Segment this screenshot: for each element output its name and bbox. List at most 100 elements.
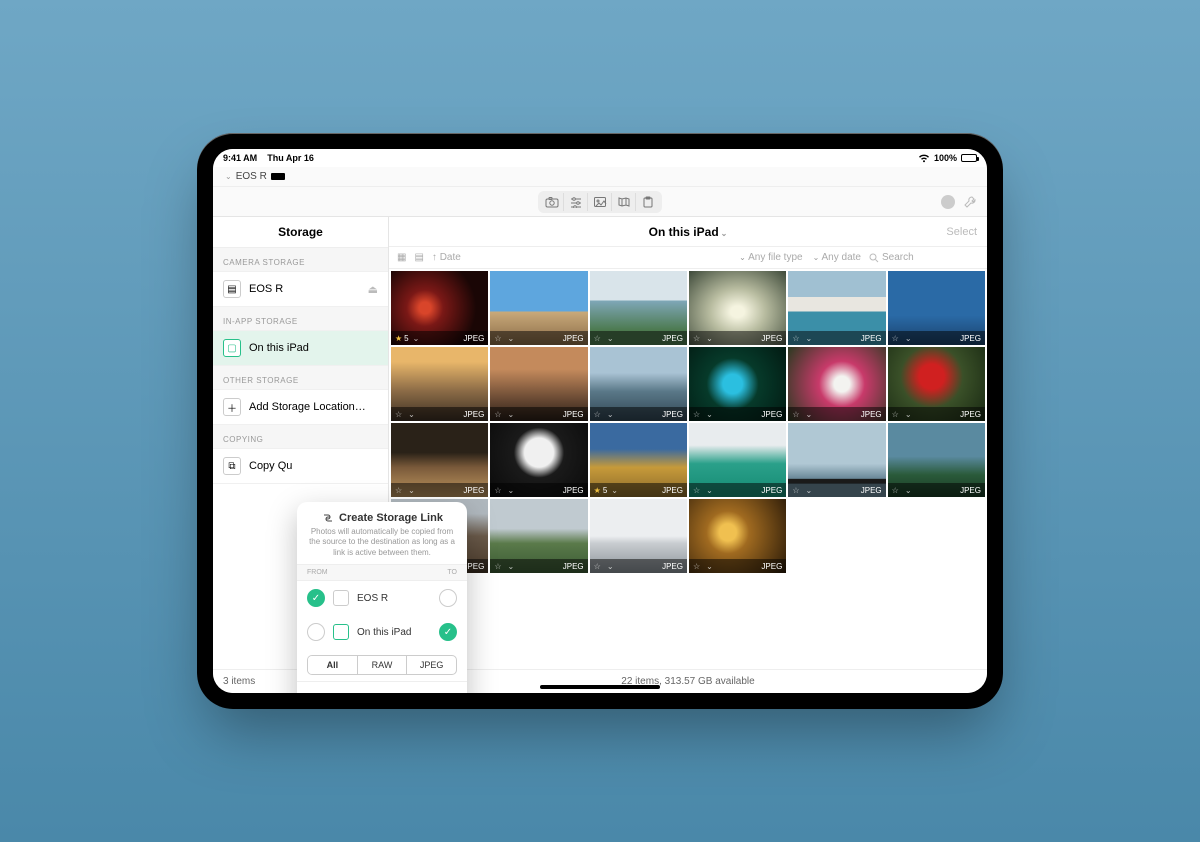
chevron-down-icon: ⌄ (721, 229, 728, 238)
dest-to-check[interactable]: ✓ (439, 623, 457, 641)
photo-tile[interactable]: ☆⌄JPEG (888, 347, 985, 421)
tile-info-bar: ☆⌄JPEG (788, 331, 885, 345)
sd-card-icon (333, 590, 349, 606)
tile-info-bar: ☆⌄JPEG (689, 407, 786, 421)
eject-icon[interactable]: ⏏ (368, 283, 378, 296)
help-icon[interactable] (941, 195, 955, 209)
chevron-down-icon: ⌄ (508, 562, 515, 571)
camera-icon[interactable] (540, 193, 564, 211)
filter-bar: ▦ ▤ ↑ Date ⌄ Any file type ⌄ Any date Se… (389, 247, 987, 269)
sidebar-item-label: On this iPad (249, 342, 309, 354)
screen: 9:41 AM Thu Apr 16 100% ⌄ EOS R (213, 149, 987, 693)
seg-raw[interactable]: RAW (358, 656, 408, 674)
photo-tile[interactable]: ☆⌄JPEG (888, 271, 985, 345)
sort-button[interactable]: ↑ Date (432, 252, 461, 263)
search-input[interactable]: Search (869, 252, 979, 263)
tile-format: JPEG (761, 486, 782, 495)
photo-tile[interactable]: ★5⌄JPEG (391, 271, 488, 345)
chevron-down-icon: ⌄ (706, 334, 713, 343)
tile-info-bar: ★5⌄JPEG (391, 331, 488, 345)
photo-tile[interactable]: ☆⌄JPEG (490, 423, 587, 497)
star-outline-icon: ☆ (494, 486, 501, 495)
tile-info-bar: ☆ ⌄ JPEG (689, 483, 786, 497)
tile-format: JPEG (761, 334, 782, 343)
sidebar-section-inapp: IN-APP STORAGE (213, 307, 388, 330)
tile-info-bar: ☆⌄JPEG (689, 559, 786, 573)
star-outline-icon: ☆ (892, 486, 899, 495)
dest-from-check[interactable] (307, 623, 325, 641)
seg-all[interactable]: All (308, 656, 358, 674)
tile-info-bar: ☆⌄JPEG (590, 559, 687, 573)
photo-tile[interactable]: ☆ ⌄ JPEG (689, 423, 786, 497)
map-icon[interactable] (612, 193, 636, 211)
photo-tile[interactable]: ☆⌄JPEG (490, 271, 587, 345)
source-from-check[interactable]: ✓ (307, 589, 325, 607)
tile-format: JPEG (861, 486, 882, 495)
chevron-down-icon: ⌄ (806, 334, 813, 343)
photo-tile[interactable]: ☆⌄JPEG (590, 347, 687, 421)
photo-tile[interactable]: ★5⌄JPEG (590, 423, 687, 497)
filter-filetype[interactable]: ⌄ Any file type (737, 252, 802, 263)
toolbar-right (941, 195, 977, 209)
main-panel: On this iPad⌄ Select ▦ ▤ ↑ Date ⌄ Any fi… (389, 217, 987, 693)
star-outline-icon: ☆ (594, 334, 601, 343)
chevron-down-icon: ⌄ (607, 334, 614, 343)
photo-tile[interactable]: ☆⌄JPEG (490, 499, 587, 573)
tile-format: JPEG (662, 334, 683, 343)
tile-info-bar: ☆⌄JPEG (888, 483, 985, 497)
link-icon (321, 512, 335, 524)
grid-view-icon[interactable]: ▦ (397, 252, 406, 263)
main-title[interactable]: On this iPad⌄ (649, 225, 728, 239)
create-link-button[interactable]: Create Link (297, 681, 467, 693)
photo-tile[interactable]: ☆⌄JPEG (788, 423, 885, 497)
seg-jpeg[interactable]: JPEG (407, 656, 456, 674)
device-battery-icon (271, 173, 285, 180)
photo-grid: ★5⌄JPEG ☆ ⌄ JPEG ☆ ⌄ JPEG ☆ ⌄ JPEG ☆ ⌄ JPEG ☆ ⌄ JPEG ☆ ⌄ J… (389, 269, 987, 669)
sidebar-item-on-this-ipad[interactable]: ▢ On this iPad (213, 330, 388, 366)
photo-tile[interactable]: ☆⌄JPEG (490, 347, 587, 421)
filter-date[interactable]: ⌄ Any date (811, 252, 861, 263)
chevron-down-icon: ⌄ (706, 410, 713, 419)
select-button[interactable]: Select (946, 226, 977, 238)
tile-info-bar: ☆⌄JPEG (490, 407, 587, 421)
sliders-icon[interactable] (564, 193, 588, 211)
photo-tile[interactable]: ☆⌄JPEG (391, 347, 488, 421)
device-subheader[interactable]: ⌄ EOS R (213, 167, 987, 187)
sidebar-item-eosr[interactable]: ▤ EOS R ⏏ (213, 271, 388, 307)
chevron-down-icon: ⌄ (508, 334, 515, 343)
device-name: EOS R (236, 171, 267, 182)
tile-info-bar: ☆⌄JPEG (490, 483, 587, 497)
home-indicator[interactable] (540, 685, 660, 689)
main-header: On this iPad⌄ Select (389, 217, 987, 247)
main-footer: 22 items, 313.57 GB available (389, 669, 987, 693)
photo-tile[interactable]: ☆⌄JPEG (689, 271, 786, 345)
create-storage-link-popup: Create Storage Link Photos will automati… (297, 502, 467, 693)
chevron-down-icon: ⌄ (706, 486, 713, 495)
photo-tile[interactable]: ☆⌄JPEG (788, 271, 885, 345)
list-view-icon[interactable]: ▤ (414, 252, 423, 263)
star-outline-icon: ☆ (395, 486, 402, 495)
source-to-check[interactable] (439, 589, 457, 607)
clipboard-icon[interactable] (636, 193, 660, 211)
photo-tile[interactable]: ☆⌄JPEG (788, 347, 885, 421)
chevron-down-icon: ⌄ (508, 410, 515, 419)
photo-tile[interactable]: ☆⌄JPEG (888, 423, 985, 497)
tile-format: JPEG (960, 410, 981, 419)
tile-info-bar: ☆⌄JPEG (490, 559, 587, 573)
photo-tile[interactable]: ☆⌄JPEG (689, 347, 786, 421)
photo-icon[interactable] (588, 193, 612, 211)
photo-tile[interactable]: ☆⌄JPEG (391, 423, 488, 497)
star-outline-icon: ☆ (594, 562, 601, 571)
tile-format: JPEG (761, 410, 782, 419)
photo-tile[interactable]: ☆⌄JPEG (590, 499, 687, 573)
popup-source-row[interactable]: ✓ EOS R (297, 581, 467, 615)
photo-tile[interactable]: ☆⌄JPEG (689, 499, 786, 573)
wrench-icon[interactable] (963, 195, 977, 209)
sidebar-item-copy-queue[interactable]: ⧉ Copy Qu (213, 448, 388, 484)
popup-dest-row[interactable]: On this iPad ✓ (297, 615, 467, 649)
sidebar-item-add-location[interactable]: ＋ Add Storage Location… (213, 389, 388, 425)
star-outline-icon: ☆ (693, 486, 700, 495)
tile-info-bar: ☆ ⌄ JPEG (590, 331, 687, 345)
photo-tile[interactable]: ☆ ⌄ JPEG (590, 271, 687, 345)
tile-format: JPEG (563, 410, 584, 419)
